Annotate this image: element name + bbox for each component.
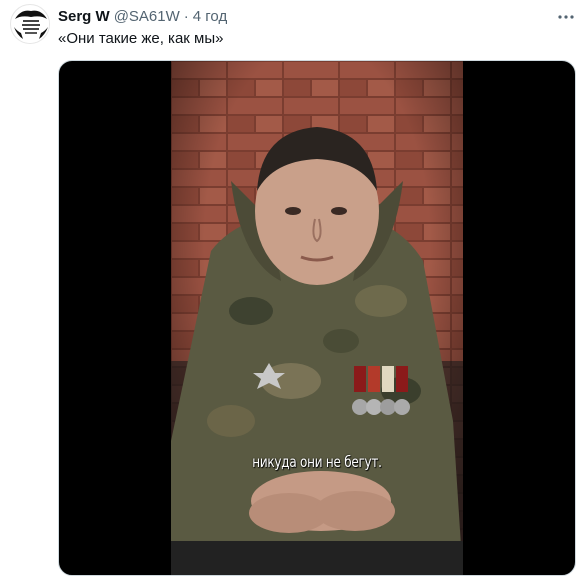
video-subtitle: никуда они не бегут. bbox=[252, 453, 382, 471]
video-player[interactable]: никуда они не бегут. bbox=[58, 60, 576, 576]
tweet-text: «Они такие же, как мы» bbox=[58, 30, 224, 47]
video-frame bbox=[171, 61, 463, 575]
user-handle[interactable]: @SA61W bbox=[114, 8, 180, 25]
tweet-header: Serg W @SA61W · 4 год bbox=[58, 6, 227, 26]
more-horizontal-icon bbox=[558, 15, 574, 19]
display-name[interactable]: Serg W bbox=[58, 8, 110, 25]
header-separator: · bbox=[183, 7, 189, 25]
tweet-timestamp[interactable]: 4 год bbox=[193, 8, 227, 25]
avatar-image bbox=[12, 6, 49, 43]
more-button[interactable] bbox=[556, 7, 576, 27]
avatar[interactable] bbox=[10, 4, 50, 44]
video-still bbox=[171, 61, 463, 575]
tweet[interactable]: Serg W @SA61W · 4 год «Они такие же, как… bbox=[0, 0, 585, 584]
